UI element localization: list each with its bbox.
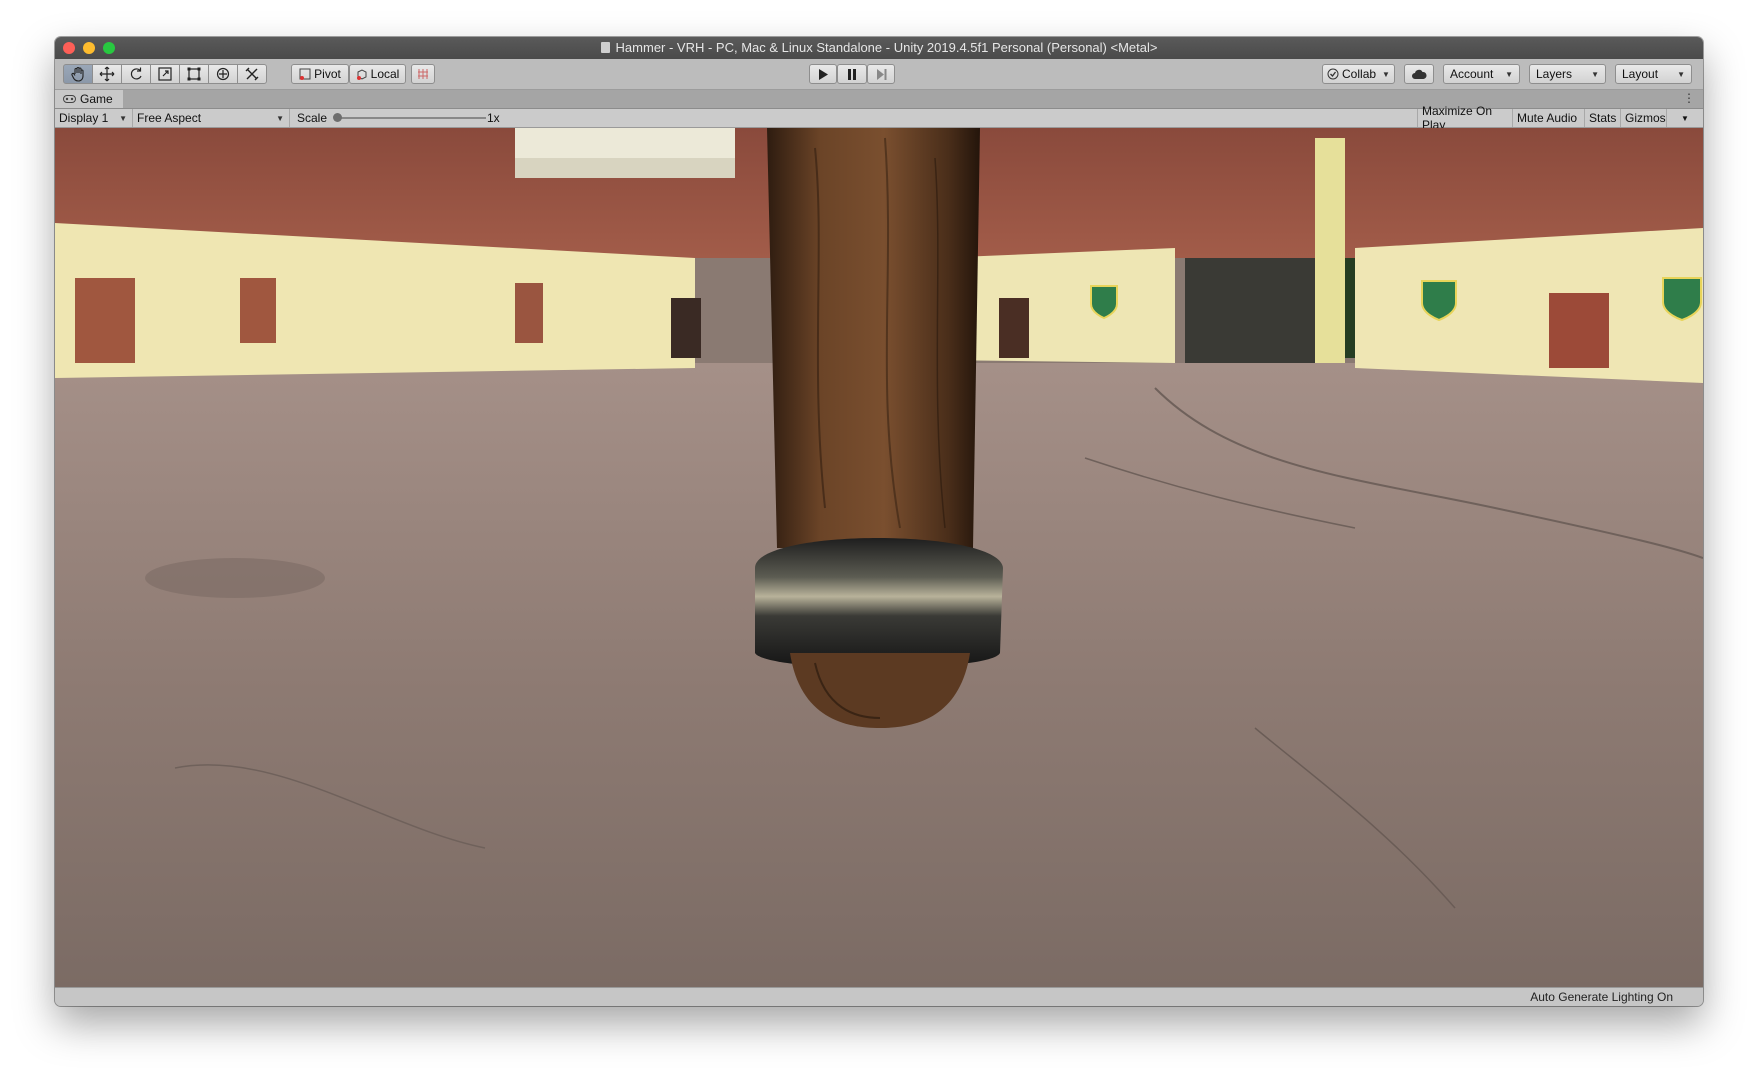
gizmos-toggle[interactable]: Gizmos [1621,109,1667,127]
pivot-icon [299,68,311,80]
window-controls [63,42,115,54]
title-bar: Hammer - VRH - PC, Mac & Linux Standalon… [55,37,1703,59]
pause-icon [848,68,856,80]
pivot-button[interactable]: Pivot [291,64,349,84]
rect-icon [187,67,201,81]
chevron-down-icon: ▼ [1591,69,1599,79]
mute-audio-toggle[interactable]: Mute Audio [1513,109,1585,127]
layout-dropdown[interactable]: Layout ▼ [1615,64,1692,84]
hand-icon [71,66,84,82]
collab-label: Collab [1342,67,1377,81]
aspect-dropdown[interactable]: Free Aspect ▼ [133,109,290,127]
local-icon [356,68,367,80]
tab-game-label: Game [80,92,113,106]
window-title: Hammer - VRH - PC, Mac & Linux Standalon… [615,40,1158,55]
scale-icon [158,67,172,81]
scale-label: Scale [297,111,328,125]
step-icon [876,68,886,80]
chevron-down-icon: ▼ [276,113,284,123]
chevron-down-icon: ▼ [1677,69,1685,79]
scale-value: 1x [487,111,500,125]
check-icon [1327,68,1339,80]
move-icon [99,66,115,82]
local-label: Local [370,67,400,81]
rect-tool-button[interactable] [179,64,209,84]
step-button[interactable] [867,64,895,84]
pause-button[interactable] [837,64,867,84]
chevron-down-icon: ▼ [1681,113,1689,123]
game-view-toolbar: Display 1 ▼ Free Aspect ▼ Scale 1x Maxim… [55,104,1703,132]
unity-editor-window: Hammer - VRH - PC, Mac & Linux Standalon… [55,37,1703,1006]
scale-slider-track[interactable] [338,117,486,119]
cloud-icon [1412,69,1427,79]
mute-label: Mute Audio [1517,111,1578,125]
cloud-button[interactable] [1404,64,1434,84]
maximize-on-play-toggle[interactable]: Maximize On Play [1417,104,1513,132]
grid-snap-button[interactable] [411,64,435,84]
stats-label: Stats [1589,111,1617,125]
rotate-icon [130,67,142,80]
transform-tools [63,64,267,84]
main-toolbar: Pivot Local Collab ▼ Account ▼ Layers ▼ … [55,59,1703,90]
transform-tool-button[interactable] [208,64,238,84]
account-dropdown[interactable]: Account ▼ [1443,64,1520,84]
rotate-tool-button[interactable] [121,64,151,84]
play-icon [819,68,828,80]
maximize-window-button[interactable] [103,42,115,54]
game-scene [55,128,1703,988]
gamepad-icon [63,95,76,103]
layers-label: Layers [1536,67,1573,81]
scale-slider-thumb[interactable] [333,113,342,122]
minimize-window-button[interactable] [83,42,95,54]
move-tool-button[interactable] [92,64,122,84]
transform-icon [216,67,230,81]
chevron-down-icon: ▼ [1505,69,1513,79]
close-window-button[interactable] [63,42,75,54]
pivot-label: Pivot [314,67,341,81]
collab-dropdown[interactable]: Collab ▼ [1322,64,1395,84]
status-text: Auto Generate Lighting On [1530,990,1673,1004]
status-bar: Auto Generate Lighting On [55,987,1703,1006]
game-viewport[interactable] [55,128,1703,988]
display-dropdown[interactable]: Display 1 ▼ [55,109,133,127]
tab-game[interactable]: Game [55,90,123,108]
gizmos-dropdown[interactable]: ▼ [1667,109,1703,127]
display-label: Display 1 [59,111,109,125]
chevron-down-icon: ▼ [1382,69,1390,79]
panel-menu-icon[interactable]: ⋮ [1683,91,1695,105]
scale-tool-button[interactable] [150,64,180,84]
layers-dropdown[interactable]: Layers ▼ [1529,64,1606,84]
local-button[interactable]: Local [349,64,406,84]
layout-label: Layout [1622,67,1659,81]
hand-tool-button[interactable] [63,64,93,84]
tools-icon [245,67,259,81]
account-label: Account [1450,67,1494,81]
aspect-label: Free Aspect [137,111,202,125]
document-icon [600,42,610,53]
stats-toggle[interactable]: Stats [1585,109,1621,127]
play-button[interactable] [809,64,837,84]
grid-snap-icon [418,69,428,79]
gizmos-label: Gizmos [1625,111,1666,125]
chevron-down-icon: ▼ [119,113,127,123]
custom-tool-button[interactable] [237,64,267,84]
